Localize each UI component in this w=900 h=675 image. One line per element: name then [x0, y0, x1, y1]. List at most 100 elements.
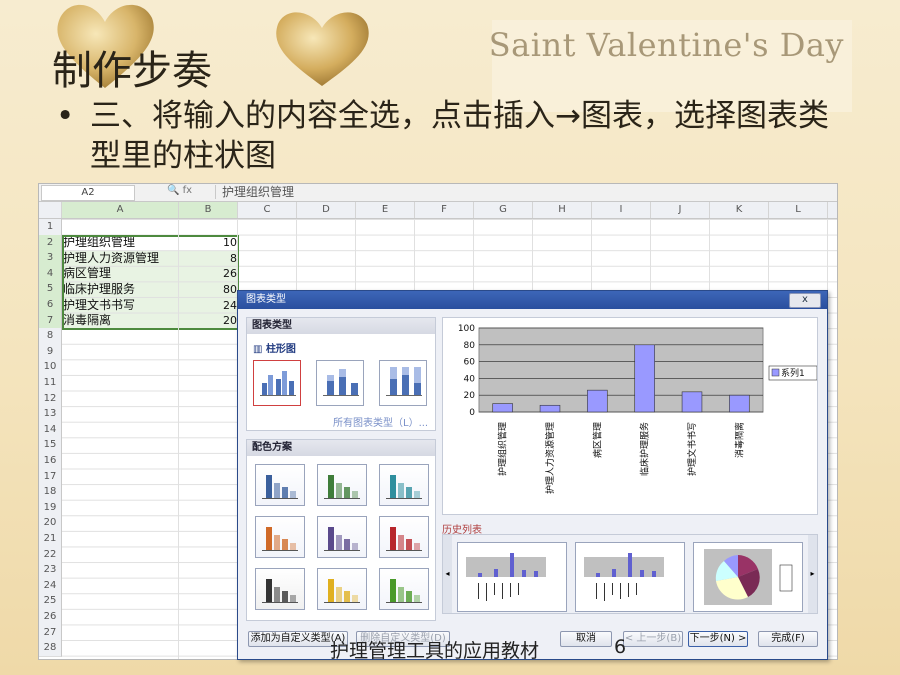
scroll-right-icon[interactable]: ▸: [808, 535, 817, 613]
row-header-25[interactable]: 25: [39, 593, 62, 610]
color-scheme-option[interactable]: [379, 568, 429, 610]
column-header-j[interactable]: J: [651, 202, 710, 218]
column-header-e[interactable]: E: [356, 202, 415, 218]
column-header-k[interactable]: K: [710, 202, 769, 218]
column-header-l[interactable]: L: [769, 202, 828, 218]
bar: [492, 403, 513, 413]
row-header-10[interactable]: 10: [39, 359, 62, 376]
plot-area: [478, 327, 764, 413]
column-header-i[interactable]: I: [592, 202, 651, 218]
history-list: ◂ ▸: [442, 534, 818, 614]
legend-label: 系列1: [781, 367, 805, 379]
row-header-7[interactable]: 7: [39, 312, 62, 330]
row-header-9[interactable]: 9: [39, 343, 62, 361]
y-tick-label: 100: [458, 324, 475, 334]
page-number: 6: [614, 636, 627, 658]
row-header-4[interactable]: 4: [39, 265, 62, 283]
selection-range: [62, 235, 239, 330]
row-header-2[interactable]: 2: [39, 234, 62, 252]
x-tick-label: 护理组织管理: [497, 422, 509, 476]
tab-column-chart[interactable]: ▥ 柱形图: [247, 334, 435, 355]
finish-button[interactable]: 完成(F): [758, 631, 818, 647]
dialog-title: 图表类型: [246, 294, 286, 305]
dialog-titlebar: 图表类型 x: [238, 291, 827, 309]
bullet-mark: •: [56, 98, 75, 134]
color-scheme-option[interactable]: [379, 464, 429, 506]
chart-subtype-percent[interactable]: [379, 360, 427, 406]
scroll-left-icon[interactable]: ◂: [443, 535, 452, 613]
brand-text: Saint Valentine's Day: [488, 26, 844, 64]
color-scheme-header: 配色方案: [247, 440, 435, 456]
row-header-28[interactable]: 28: [39, 640, 62, 657]
bar: [681, 391, 703, 413]
color-scheme-option[interactable]: [255, 568, 305, 610]
cancel-button[interactable]: 取消: [560, 631, 612, 647]
bullet-text: 三、将输入的内容全选，点击插入→图表，选择图表类型里的柱状图: [90, 98, 829, 174]
x-tick-label: 病区管理: [591, 422, 603, 458]
column-header-b[interactable]: B: [179, 202, 238, 218]
row-header-15[interactable]: 15: [39, 437, 62, 454]
row-header-16[interactable]: 16: [39, 453, 62, 470]
color-scheme-option[interactable]: [255, 516, 305, 558]
row-header-11[interactable]: 11: [39, 375, 62, 392]
color-scheme-option[interactable]: [317, 568, 367, 610]
row-header-8[interactable]: 8: [39, 328, 62, 345]
row-header-23[interactable]: 23: [39, 562, 62, 579]
column-header-d[interactable]: D: [297, 202, 356, 218]
bullet-point: • 三、将输入的内容全选，点击插入→图表，选择图表类型里的柱状图: [56, 96, 856, 176]
column-header-h[interactable]: H: [533, 202, 592, 218]
stacked-column-icon: [323, 369, 359, 396]
color-scheme-panel: 配色方案: [246, 439, 436, 621]
row-header-13[interactable]: 13: [39, 406, 62, 423]
y-tick-label: 60: [464, 358, 476, 368]
column-chart-icon: ▥: [253, 344, 266, 355]
footer-text: 护理管理工具的应用教材: [330, 640, 540, 662]
row-header-22[interactable]: 22: [39, 546, 62, 564]
row-header-26[interactable]: 26: [39, 609, 62, 626]
next-button[interactable]: 下一步(N) >: [688, 631, 748, 647]
all-chart-types-link[interactable]: 所有图表类型（L）...: [333, 414, 428, 429]
row-header-12[interactable]: 12: [39, 390, 62, 408]
row-header-17[interactable]: 17: [39, 468, 62, 486]
row-header-5[interactable]: 5: [39, 281, 62, 298]
row-header-24[interactable]: 24: [39, 577, 62, 595]
row-header-21[interactable]: 21: [39, 531, 62, 548]
row-header-19[interactable]: 19: [39, 499, 62, 517]
color-scheme-option[interactable]: [379, 516, 429, 558]
chart-subtype-stacked[interactable]: [316, 360, 364, 406]
preview-chart: 0 20 40 60 80 100 护理组织管理 护理人力资源管理 病区管理 临床护理服务 护理文书…: [458, 324, 818, 494]
clustered-column-icon: [260, 371, 296, 396]
x-tick-label: 消毒隔离: [733, 422, 745, 458]
chart-type-header: 图表类型: [247, 318, 435, 334]
column-header-a[interactable]: A: [62, 202, 179, 218]
percent-column-icon: [386, 367, 422, 396]
bar: [729, 394, 750, 413]
select-all-corner[interactable]: [39, 202, 62, 218]
row-header-1[interactable]: 1: [39, 219, 62, 236]
row-header-3[interactable]: 3: [39, 250, 62, 267]
row-header-18[interactable]: 18: [39, 484, 62, 501]
row-header-6[interactable]: 6: [39, 297, 62, 314]
column-header-c[interactable]: C: [238, 202, 297, 218]
color-scheme-option[interactable]: [317, 516, 367, 558]
history-item-2[interactable]: [575, 542, 685, 612]
history-item-1[interactable]: [457, 542, 567, 612]
close-button[interactable]: x: [789, 293, 821, 308]
column-header-g[interactable]: G: [474, 202, 533, 218]
chart-subtype-clustered[interactable]: [253, 360, 301, 406]
previous-button[interactable]: < 上一步(B): [623, 631, 683, 647]
row-header-20[interactable]: 20: [39, 515, 62, 532]
row-header-14[interactable]: 14: [39, 421, 62, 439]
x-tick-label: 护理人力资源管理: [544, 422, 556, 494]
color-scheme-option[interactable]: [255, 464, 305, 506]
color-scheme-option[interactable]: [317, 464, 367, 506]
bar: [634, 344, 655, 413]
fx-icon[interactable]: 🔍 fx: [167, 185, 192, 196]
column-header-f[interactable]: F: [415, 202, 474, 218]
name-box[interactable]: A2: [41, 185, 135, 201]
formula-input[interactable]: 护理组织管理: [215, 185, 835, 199]
history-item-3[interactable]: [693, 542, 803, 612]
row-header-27[interactable]: 27: [39, 624, 62, 642]
column-header-row: ABCDEFGHIJKL: [39, 202, 837, 219]
grid-line: [178, 219, 179, 659]
